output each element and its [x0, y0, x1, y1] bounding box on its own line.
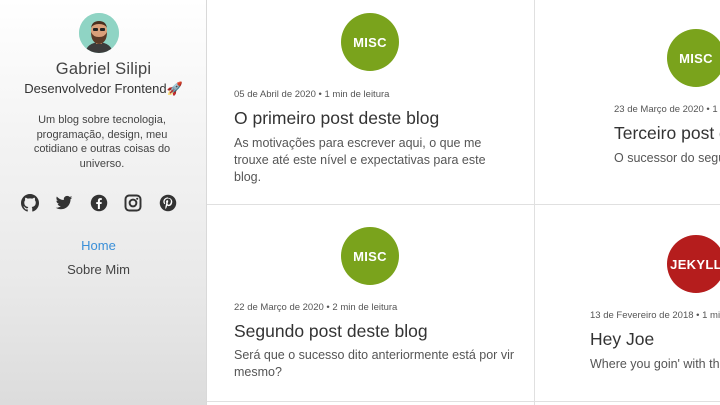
post-title[interactable]: O primeiro post deste blog: [234, 108, 439, 129]
facebook-icon[interactable]: [90, 194, 108, 212]
post-title[interactable]: Terceiro post deste blog: [614, 123, 720, 144]
post-tag-badge[interactable]: MISC: [341, 227, 399, 285]
nav-home-link[interactable]: Home: [0, 238, 197, 253]
github-icon[interactable]: [21, 194, 39, 212]
post-card[interactable]: JEKYLL 13 de Fevereiro de 2018 • 1 min d…: [535, 205, 720, 401]
post-meta: 23 de Março de 2020 • 1 min de leitura: [614, 104, 720, 115]
grid-divider-bottom: [207, 401, 720, 402]
post-excerpt: As motivações para escrever aqui, o que …: [234, 136, 486, 184]
post-meta: 13 de Fevereiro de 2018 • 1 min de leitu…: [590, 310, 720, 321]
rocket-icon: 🚀: [166, 81, 183, 96]
nav-about-link[interactable]: Sobre Mim: [0, 262, 197, 277]
post-excerpt: O sucessor do segundo post deste blog: [614, 151, 720, 165]
post-title[interactable]: Segundo post deste blog: [234, 321, 428, 342]
profile-name[interactable]: Gabriel Silipi: [0, 60, 207, 79]
avatar-image: [79, 13, 119, 53]
post-tag-badge[interactable]: JEKYLL: [667, 235, 720, 293]
sidebar: Gabriel Silipi Desenvolvedor Frontend🚀 U…: [0, 0, 207, 405]
post-excerpt: Será que o sucesso dito anteriormente es…: [234, 348, 515, 379]
profile-bio: Um blog sobre tecnologia, programação, d…: [33, 114, 171, 170]
post-excerpt: Where you goin' with that gun in your ha…: [590, 357, 720, 371]
post-tag-badge[interactable]: MISC: [341, 13, 399, 71]
profile-role: Desenvolvedor Frontend🚀: [0, 81, 207, 97]
post-title[interactable]: Hey Joe: [590, 329, 654, 350]
twitter-icon[interactable]: [55, 194, 73, 212]
post-meta: 22 de Março de 2020 • 2 min de leitura: [234, 302, 398, 313]
post-card[interactable]: MISC 23 de Março de 2020 • 1 min de leit…: [535, 0, 720, 204]
instagram-icon[interactable]: [124, 194, 142, 212]
pinterest-icon[interactable]: [159, 194, 177, 212]
avatar[interactable]: [79, 13, 119, 53]
profile-role-text: Desenvolvedor Frontend: [24, 81, 167, 96]
post-meta: 05 de Abril de 2020 • 1 min de leitura: [234, 89, 390, 100]
post-tag-badge[interactable]: MISC: [667, 29, 720, 87]
